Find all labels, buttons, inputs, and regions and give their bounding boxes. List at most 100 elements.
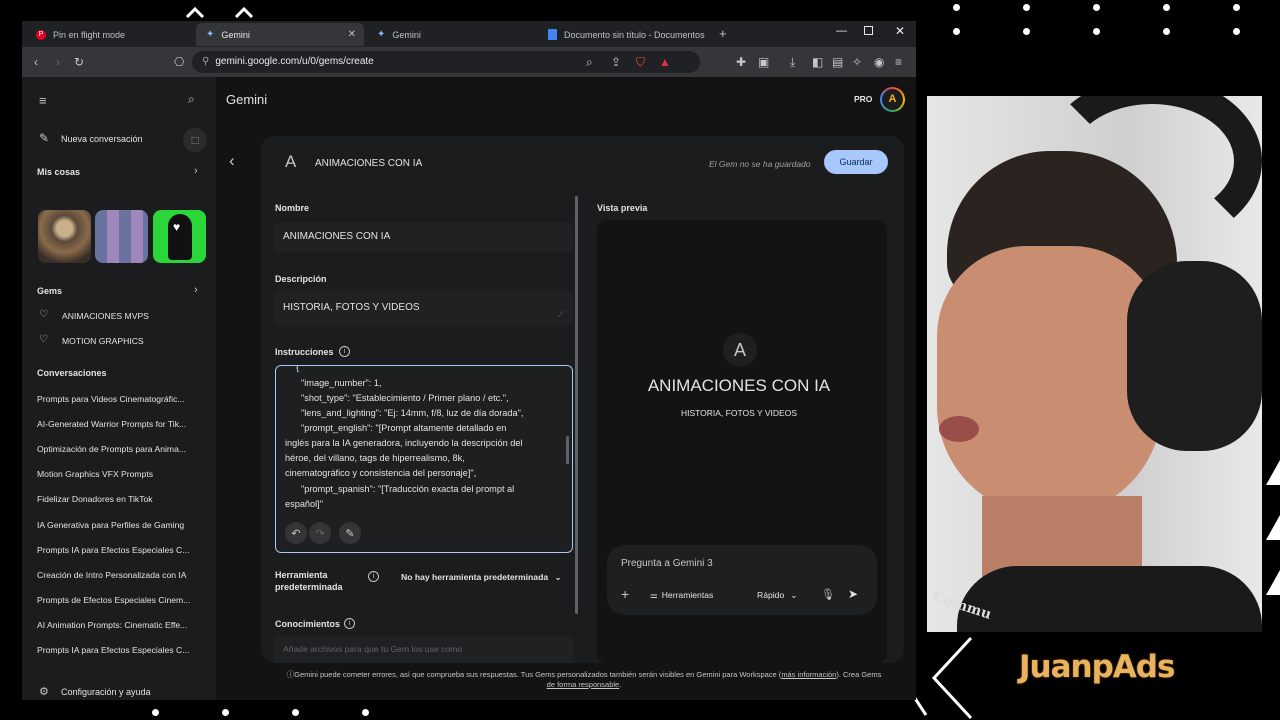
tab-docs[interactable]: Documento sin título - Documentos bbox=[538, 23, 708, 46]
resize-handle-icon[interactable]: ⟋ bbox=[558, 310, 564, 320]
zoom-icon[interactable]: ⌕ bbox=[586, 54, 593, 70]
back-arrow-icon[interactable]: ‹ bbox=[229, 151, 235, 171]
gem-icon: ♡ bbox=[39, 334, 48, 345]
mode-selector[interactable]: Rápido ⌄ bbox=[757, 590, 797, 601]
add-icon[interactable]: + bbox=[621, 586, 629, 602]
conversation-item[interactable]: Prompts para Videos Cinematográfic... bbox=[37, 394, 207, 404]
conversation-item[interactable]: Optimización de Prompts para Anima... bbox=[37, 444, 207, 454]
preview-label: Vista previa bbox=[597, 203, 648, 213]
footer-disclaimer: ⓘGemini puede cometer errores, así que c… bbox=[276, 670, 892, 690]
conversation-item[interactable]: AI Animation Prompts: Cinematic Effe... bbox=[37, 620, 207, 630]
description-label: Descripción bbox=[275, 274, 327, 284]
tab-pinterest[interactable]: P Pin en flight mode bbox=[26, 23, 194, 46]
sidebar-toggle-icon[interactable]: ◧ bbox=[812, 54, 823, 70]
share-icon[interactable]: ⇪ bbox=[611, 54, 621, 70]
hamburger-icon[interactable]: ≡ bbox=[39, 93, 47, 108]
name-input[interactable]: ANIMACIONES CON IA bbox=[273, 222, 573, 252]
triangle-icon[interactable]: ▲ bbox=[659, 54, 671, 70]
info-icon[interactable]: i bbox=[344, 618, 355, 629]
shirt bbox=[957, 566, 1262, 632]
ai-icon[interactable]: ✧ bbox=[852, 54, 862, 70]
undo-icon[interactable]: ↶ bbox=[285, 522, 307, 544]
tab-gemini[interactable]: ✦ Gemini bbox=[367, 23, 535, 46]
form-scrollbar[interactable] bbox=[575, 196, 578, 614]
disclaimer-text-2: ). Crea Gems bbox=[836, 670, 882, 679]
pro-badge: PRO bbox=[854, 94, 873, 104]
gem-icon: ♡ bbox=[39, 309, 48, 320]
sidebar-gem-item[interactable]: MOTION GRAPHICS bbox=[62, 336, 144, 346]
conversation-item[interactable]: AI-Generated Warrior Prompts for Tik... bbox=[37, 419, 207, 429]
sidebar: ≡ ⌕ ✎ Nueva conversación ⬚ Mis cosas › ♥… bbox=[22, 77, 216, 700]
back-icon[interactable]: ‹ bbox=[34, 54, 38, 70]
microphone-icon[interactable]: 🎙 bbox=[821, 588, 835, 601]
responsible-link[interactable]: de forma responsable bbox=[547, 680, 620, 689]
decor-dot bbox=[1163, 4, 1170, 11]
textarea-scrollbar[interactable] bbox=[566, 436, 569, 464]
wallet-icon[interactable]: ▤ bbox=[832, 54, 843, 70]
more-info-link[interactable]: más información bbox=[781, 670, 836, 679]
search-icon[interactable]: ⌕ bbox=[188, 92, 195, 107]
knowledge-dropzone[interactable]: Añade archivos para que tu Gem los use c… bbox=[273, 636, 573, 663]
conversation-item[interactable]: Fidelizar Donadores en TikTok bbox=[37, 494, 207, 504]
extensions-icon[interactable]: ✚ bbox=[736, 54, 746, 70]
conversation-item[interactable]: Creación de Intro Personalizada con IA bbox=[37, 570, 207, 580]
new-chat-button[interactable]: Nueva conversación bbox=[61, 134, 143, 144]
conversation-item[interactable]: Prompts IA para Efectos Especiales C... bbox=[37, 545, 207, 555]
instructions-textarea[interactable]: { "image_number": 1, "shot_type": "Estab… bbox=[275, 365, 573, 553]
send-icon[interactable]: ➤ bbox=[848, 587, 858, 601]
menu-icon[interactable]: ≡ bbox=[895, 54, 902, 70]
tab-label: Documento sin título - Documentos bbox=[564, 29, 705, 40]
tools-button[interactable]: ⚌ Herramientas bbox=[650, 590, 713, 601]
url-field[interactable]: ⚲ gemini.google.com/u/0/gems/create bbox=[192, 51, 700, 73]
tab-gemini-active[interactable]: ✦ Gemini ✕ bbox=[196, 23, 364, 46]
bookmark-icon[interactable]: ⎔ bbox=[174, 54, 184, 70]
thumbnail-avatar[interactable]: ♥ bbox=[153, 210, 206, 263]
screenshot-icon[interactable]: ▣ bbox=[758, 54, 769, 70]
instruction-line: "image_number": 1, bbox=[301, 378, 382, 388]
decor-dot bbox=[1233, 28, 1240, 35]
temp-chat-icon[interactable]: ⬚ bbox=[183, 128, 207, 152]
thumbnail-grid[interactable] bbox=[95, 210, 148, 263]
description-input[interactable]: HISTORIA, FOTOS Y VIDEOS bbox=[273, 291, 573, 325]
default-tool-dropdown[interactable]: No hay herramienta predeterminada ⌄ bbox=[401, 572, 562, 583]
save-button[interactable]: Guardar bbox=[824, 150, 888, 174]
window-close-icon[interactable]: ✕ bbox=[895, 24, 905, 38]
my-stuff-heading[interactable]: Mis cosas bbox=[37, 167, 80, 177]
not-saved-text: El Gem no se ha guardado bbox=[709, 159, 811, 169]
instructions-label: Instrucciones bbox=[275, 347, 334, 357]
info-icon[interactable]: i bbox=[368, 571, 379, 582]
preview-title: ANIMACIONES CON IA bbox=[647, 376, 831, 395]
minimize-icon[interactable]: — bbox=[836, 25, 847, 37]
instruction-line: "prompt_spanish": "[Traducción exacta de… bbox=[301, 484, 515, 494]
ask-input[interactable]: Pregunta a Gemini 3 bbox=[621, 558, 713, 569]
chevron-right-icon[interactable]: › bbox=[194, 284, 198, 296]
reload-icon[interactable]: ↻ bbox=[74, 54, 84, 70]
gems-heading[interactable]: Gems bbox=[37, 286, 62, 296]
redo-icon[interactable]: ↷ bbox=[309, 522, 331, 544]
new-tab-icon[interactable]: + bbox=[719, 26, 727, 41]
close-icon[interactable]: ✕ bbox=[348, 29, 356, 40]
thumbnail-warrior[interactable] bbox=[38, 210, 91, 263]
restore-icon[interactable] bbox=[864, 26, 873, 35]
preview-avatar: A bbox=[723, 333, 757, 367]
forward-icon[interactable]: › bbox=[56, 54, 60, 70]
vpn-icon[interactable]: ◉ bbox=[874, 54, 884, 70]
conversation-item[interactable]: Prompts IA para Efectos Especiales C... bbox=[37, 645, 207, 655]
settings-help-button[interactable]: Configuración y ayuda bbox=[61, 687, 151, 697]
download-icon[interactable]: ⤓ bbox=[790, 54, 795, 70]
shield-icon[interactable]: ⛉ bbox=[636, 54, 645, 70]
avatar[interactable]: A bbox=[880, 87, 905, 112]
decor-slashes-icon bbox=[1266, 460, 1280, 595]
instruction-line: "prompt_english": "[Prompt altamente det… bbox=[301, 423, 507, 433]
conversation-item[interactable]: IA Generativa para Perfiles de Gaming bbox=[37, 520, 207, 530]
conversation-item[interactable]: Motion Graphics VFX Prompts bbox=[37, 469, 207, 479]
site-info-icon[interactable]: ⚲ bbox=[202, 56, 209, 67]
decor-dot bbox=[1023, 28, 1030, 35]
chevron-right-icon[interactable]: › bbox=[194, 165, 198, 177]
chevron-down-icon: ⌄ bbox=[790, 590, 798, 600]
magic-wand-icon[interactable]: ✎ bbox=[339, 522, 361, 544]
conversation-item[interactable]: Prompts de Efectos Especiales Cinem... bbox=[37, 595, 207, 605]
sidebar-gem-item[interactable]: ANIMACIONES MVPS bbox=[62, 311, 149, 321]
info-icon[interactable]: i bbox=[339, 346, 350, 357]
decor-dot bbox=[1163, 28, 1170, 35]
